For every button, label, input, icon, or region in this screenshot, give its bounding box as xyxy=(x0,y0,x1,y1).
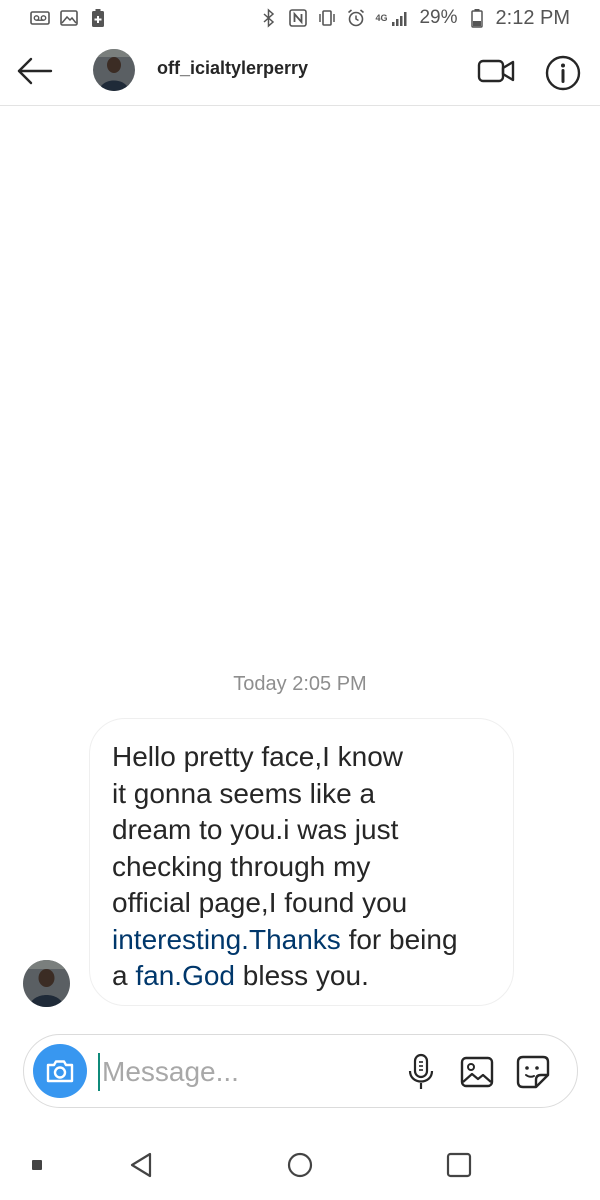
microphone-icon xyxy=(408,1053,434,1089)
message-input[interactable] xyxy=(102,1049,382,1095)
video-call-icon xyxy=(477,59,515,83)
info-button[interactable] xyxy=(543,53,583,93)
voice-message-button[interactable] xyxy=(401,1051,441,1093)
battery-saver-icon xyxy=(92,9,104,27)
chat-username[interactable]: off_icialtylerperry xyxy=(157,58,308,79)
message-link[interactable]: fan.God xyxy=(135,960,235,991)
sticker-button[interactable] xyxy=(513,1052,553,1092)
status-bar-system: 4G 29% 2:12 PM xyxy=(259,7,570,30)
nav-indicator xyxy=(32,1160,42,1170)
message-link[interactable]: interesting.Thanks xyxy=(112,924,341,955)
message-composer xyxy=(23,1034,578,1108)
system-back-button[interactable] xyxy=(124,1148,158,1182)
battery-icon xyxy=(470,9,483,28)
sender-avatar[interactable] xyxy=(23,960,70,1007)
signal-icon xyxy=(392,12,407,26)
gallery-icon xyxy=(460,1056,494,1088)
battery-percent: 29% xyxy=(419,7,458,28)
sticker-icon xyxy=(516,1055,550,1089)
voicemail-icon xyxy=(30,11,50,25)
status-bar-notifications xyxy=(30,8,108,28)
text-cursor xyxy=(98,1053,100,1091)
network-type-label: 4G xyxy=(375,13,388,23)
info-icon xyxy=(545,55,581,91)
system-navigation-bar xyxy=(0,1130,600,1200)
vibrate-icon xyxy=(319,10,336,26)
profile-avatar[interactable] xyxy=(93,49,135,91)
message-text-part: bless you. xyxy=(235,960,369,991)
camera-button[interactable] xyxy=(33,1044,87,1098)
circle-home-icon xyxy=(287,1152,313,1178)
alarm-icon xyxy=(348,9,365,27)
status-bar: 4G 29% 2:12 PM xyxy=(0,0,600,36)
message-bubble[interactable]: Hello pretty face,I know it gonna seems … xyxy=(89,718,514,1006)
bluetooth-icon xyxy=(263,8,275,28)
system-recents-button[interactable] xyxy=(442,1148,476,1182)
message-timestamp: Today 2:05 PM xyxy=(233,673,367,695)
avatar-image xyxy=(93,49,135,91)
clock: 2:12 PM xyxy=(495,6,570,29)
chat-header: off_icialtylerperry xyxy=(0,36,600,106)
system-home-button[interactable] xyxy=(283,1148,317,1182)
triangle-back-icon xyxy=(130,1152,152,1178)
back-button[interactable] xyxy=(14,50,56,92)
nfc-icon xyxy=(289,9,308,27)
video-call-button[interactable] xyxy=(476,53,518,89)
image-notification-icon xyxy=(60,10,78,26)
gallery-button[interactable] xyxy=(457,1052,497,1092)
camera-icon xyxy=(46,1060,74,1083)
avatar-image xyxy=(23,960,70,1007)
message-text-part: Hello pretty face,I know it gonna seems … xyxy=(112,741,408,918)
square-recents-icon xyxy=(446,1152,472,1178)
message-text: Hello pretty face,I know it gonna seems … xyxy=(112,739,493,995)
back-arrow-icon xyxy=(17,57,53,85)
